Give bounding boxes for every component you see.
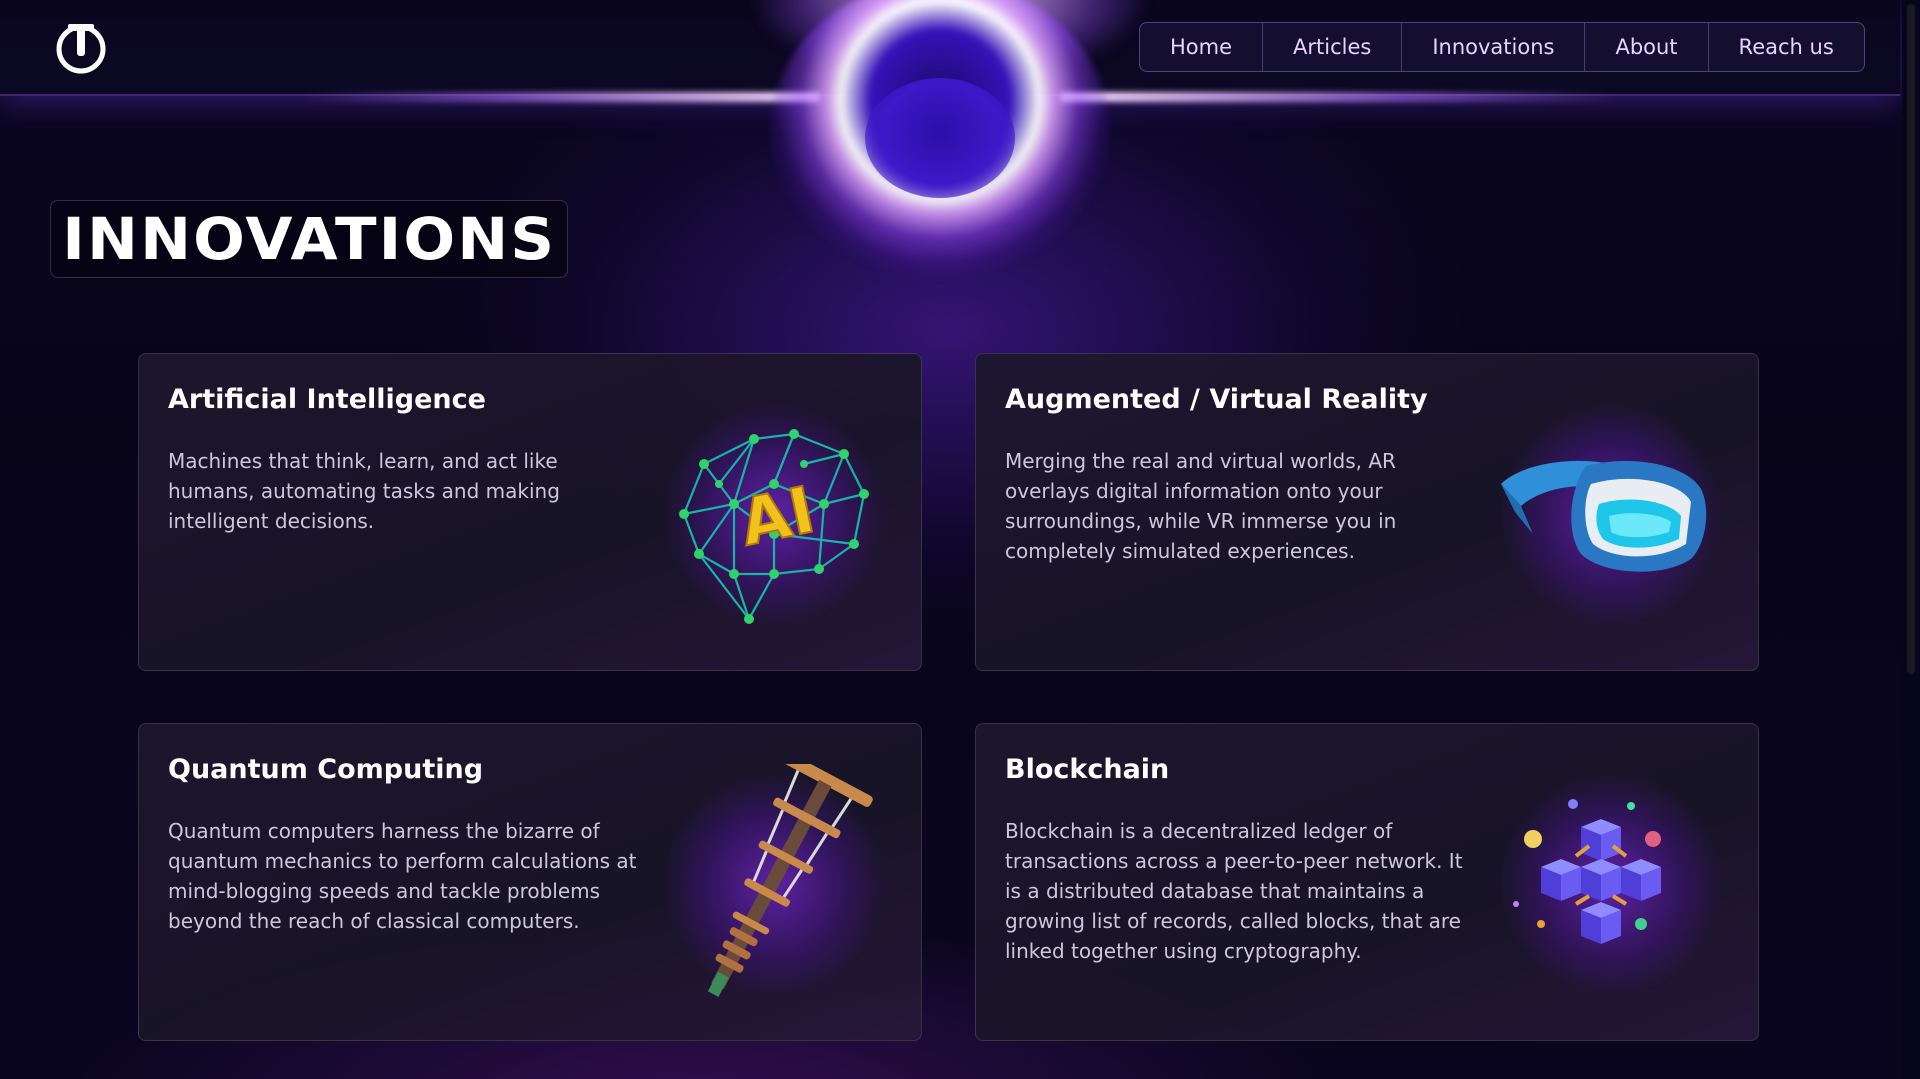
- card-description: Quantum computers harness the bizarre of…: [168, 819, 637, 933]
- card-title: Artificial Intelligence: [168, 384, 486, 415]
- card-title: Quantum Computing: [168, 754, 484, 785]
- quantum-computer-icon: [644, 764, 894, 1014]
- page-title-box: INNOVATIONS: [50, 200, 568, 278]
- vr-headset-icon: [1481, 394, 1731, 644]
- ai-brain-icon: AI: [644, 394, 894, 644]
- header-glow: [760, 0, 1140, 80]
- card-description: Blockchain is a decentralized ledger of …: [1005, 819, 1463, 963]
- nav-home[interactable]: Home: [1140, 23, 1264, 71]
- card-quantum-computing[interactable]: Quantum Computing Quantum computers harn…: [138, 723, 922, 1041]
- nav-innovations[interactable]: Innovations: [1402, 23, 1586, 71]
- card-title: Blockchain: [1005, 754, 1170, 785]
- card-artificial-intelligence[interactable]: Artificial Intelligence Machines that th…: [138, 353, 922, 671]
- card-description: Merging the real and virtual worlds, AR …: [1005, 449, 1397, 563]
- page-title: INNOVATIONS: [61, 205, 557, 273]
- black-hole-core: [865, 78, 1015, 198]
- card-title: Augmented / Virtual Reality: [1005, 384, 1428, 415]
- blockchain-cubes-icon: [1481, 764, 1731, 1014]
- page: Home Articles Innovations About Reach us…: [0, 0, 1920, 1079]
- site-logo-icon[interactable]: [54, 20, 108, 74]
- card-augmented-virtual-reality[interactable]: Augmented / Virtual Reality Merging the …: [975, 353, 1759, 671]
- nav-reach-us[interactable]: Reach us: [1709, 23, 1864, 71]
- site-header: Home Articles Innovations About Reach us: [0, 0, 1900, 96]
- main-nav: Home Articles Innovations About Reach us: [1139, 22, 1865, 72]
- nav-articles[interactable]: Articles: [1263, 23, 1403, 71]
- nav-about[interactable]: About: [1585, 23, 1709, 71]
- scrollbar-thumb[interactable]: [1907, 4, 1915, 674]
- card-blockchain[interactable]: Blockchain Blockchain is a decentralized…: [975, 723, 1759, 1041]
- ai-brain-label: AI: [734, 474, 821, 562]
- card-description: Machines that think, learn, and act like…: [168, 449, 560, 533]
- page-scrollbar[interactable]: [1902, 0, 1920, 1079]
